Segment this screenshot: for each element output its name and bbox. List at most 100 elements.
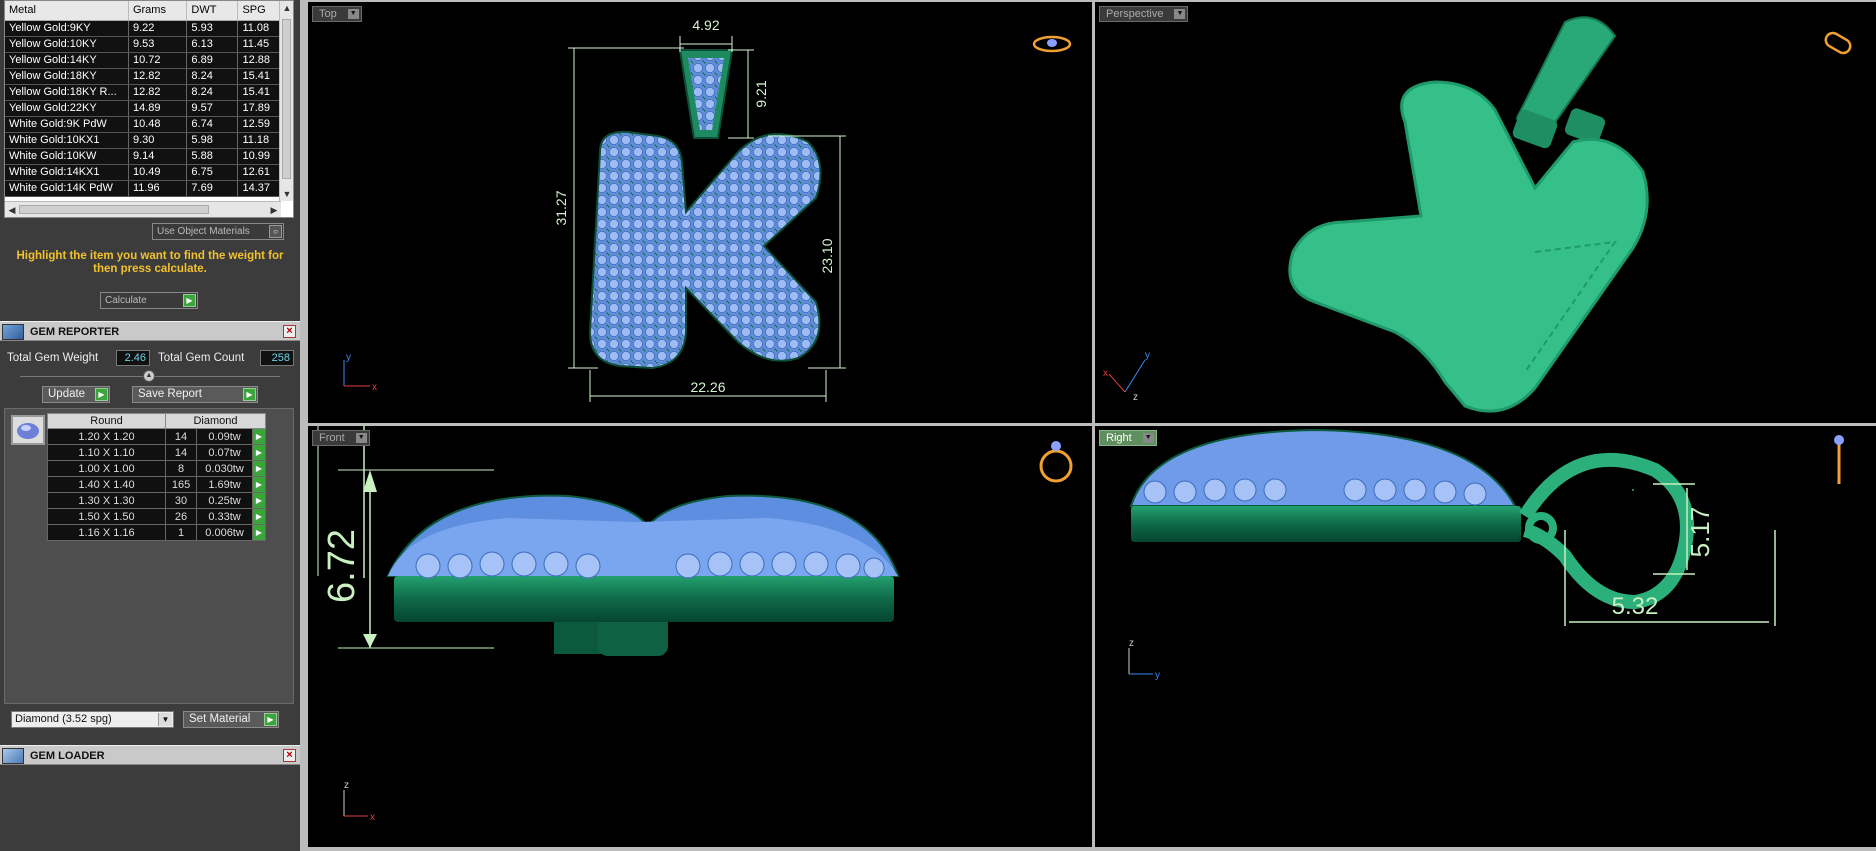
column-header-spg[interactable]: SPG — [237, 1, 281, 21]
gem-reporter-icon — [2, 324, 24, 340]
table-row[interactable]: Yellow Gold:9KY 9.22 5.93 11.08 — [5, 20, 281, 37]
viewport-front-tab[interactable]: Front ▼ — [312, 430, 370, 446]
dim-bail-height: 5.17 — [1685, 507, 1715, 558]
gem-cell: 1.50 X 1.50 — [47, 508, 166, 525]
gem-table-header: Round Diamond — [47, 413, 266, 429]
gem-cell: 1.30 X 1.30 — [47, 492, 166, 509]
list-item[interactable]: 1.20 X 1.20 14 0.09tw ▶ — [47, 428, 266, 445]
table-cell: 8.24 — [186, 68, 239, 85]
list-item[interactable]: 1.30 X 1.30 30 0.25tw ▶ — [47, 492, 266, 509]
close-icon[interactable]: × — [283, 749, 296, 762]
list-item[interactable]: 1.10 X 1.10 14 0.07tw ▶ — [47, 444, 266, 461]
table-cell: 10.49 — [128, 164, 188, 181]
table-row[interactable]: White Gold:10KW 9.14 5.88 10.99 — [5, 148, 281, 165]
column-header-dwt[interactable]: DWT — [186, 1, 239, 21]
chevron-down-icon[interactable]: ▼ — [355, 433, 367, 443]
viewport-perspective-tab[interactable]: Perspective ▼ — [1099, 6, 1189, 22]
select-gem-button[interactable]: ▶ — [252, 492, 266, 509]
select-gem-button[interactable]: ▶ — [252, 460, 266, 477]
table-cell: 10.99 — [237, 148, 281, 165]
svg-text:x: x — [1103, 368, 1108, 379]
list-item[interactable]: 1.16 X 1.16 1 0.006tw ▶ — [47, 524, 266, 541]
dim-bail-width: 4.92 — [692, 17, 719, 33]
left-panel: Metal Grams DWT SPG Yellow Gold:9KY 9.22 5… — [0, 0, 300, 851]
right-view-render: 5.17 5.32 zy — [1128, 428, 1844, 681]
total-gem-weight-value: 2.46 — [116, 350, 150, 366]
axis-icon: y x z — [1103, 350, 1150, 403]
viewport-right-tab[interactable]: Right ▼ — [1099, 430, 1157, 446]
scroll-right-icon[interactable]: ▶ — [267, 202, 281, 217]
material-select[interactable]: Diamond (3.52 spg) ▼ — [11, 711, 174, 728]
table-row[interactable]: Yellow Gold:18KY 12.82 8.24 15.41 — [5, 68, 281, 85]
list-item[interactable]: 1.50 X 1.50 26 0.33tw ▶ — [47, 508, 266, 525]
metal-weight-list[interactable]: Metal Grams DWT SPG Yellow Gold:9KY 9.22 5… — [4, 0, 294, 218]
table-row[interactable]: Yellow Gold:10KY 9.53 6.13 11.45 — [5, 36, 281, 53]
select-gem-button[interactable]: ▶ — [252, 524, 266, 541]
use-object-materials-button[interactable]: Use Object Materials ○ — [152, 223, 284, 240]
viewport-right[interactable]: 5.17 5.32 zy Right ▼ — [1095, 426, 1876, 847]
chevron-down-icon[interactable]: ▼ — [1174, 9, 1186, 19]
table-row[interactable]: White Gold:14KX1 10.49 6.75 12.61 — [5, 164, 281, 181]
list-item[interactable]: 1.00 X 1.00 8 0.030tw ▶ — [47, 460, 266, 477]
table-cell: 9.14 — [128, 148, 188, 165]
update-button[interactable]: Update ▶ — [42, 386, 110, 403]
scroll-left-icon[interactable]: ◀ — [5, 202, 19, 217]
metal-list-vertical-scrollbar[interactable]: ▲ ▼ — [279, 1, 293, 201]
chevron-down-icon[interactable]: ▼ — [347, 9, 359, 19]
select-gem-button[interactable]: ▶ — [252, 508, 266, 525]
close-icon[interactable]: × — [283, 325, 296, 338]
scroll-down-icon[interactable]: ▼ — [280, 187, 293, 201]
viewport-top[interactable]: 4.92 9.21 31.27 23.10 22.26 yx Top ▼ — [308, 2, 1092, 423]
table-row[interactable]: Yellow Gold:22KY 14.89 9.57 17.89 — [5, 100, 281, 117]
gem-cell: 1 — [164, 524, 198, 541]
svg-text:x: x — [370, 812, 375, 823]
gem-reporter-header: GEM REPORTER × — [0, 321, 300, 341]
table-cell: 12.61 — [237, 164, 281, 181]
table-row[interactable]: White Gold:9K PdW 10.48 6.74 12.59 — [5, 116, 281, 133]
set-material-label: Set Material — [189, 713, 251, 725]
ring-icon — [1824, 31, 1852, 55]
update-label: Update — [48, 388, 86, 400]
gem-loader-header: GEM LOADER × — [0, 745, 300, 765]
table-row[interactable]: White Gold:14K PdW 11.96 7.69 14.37 — [5, 180, 281, 197]
column-header-round: Round — [47, 413, 166, 429]
column-header-grams[interactable]: Grams — [128, 1, 188, 21]
set-material-button[interactable]: Set Material ▶ — [183, 711, 279, 728]
scroll-up-icon[interactable]: ▲ — [280, 1, 293, 15]
calculate-button[interactable]: Calculate ▶ — [100, 292, 198, 309]
select-gem-button[interactable]: ▶ — [252, 476, 266, 493]
table-cell: White Gold:9K PdW — [5, 116, 129, 133]
select-gem-button[interactable]: ▶ — [252, 428, 266, 445]
calculate-label: Calculate — [105, 295, 147, 306]
table-cell: 11.96 — [128, 180, 188, 197]
viewport-perspective[interactable]: y x z Perspective ▼ — [1095, 2, 1876, 423]
table-row[interactable]: Yellow Gold:14KY 10.72 6.89 12.88 — [5, 52, 281, 69]
select-gem-button[interactable]: ▶ — [252, 444, 266, 461]
table-cell: 9.57 — [186, 100, 239, 117]
collapse-icon[interactable]: ▲ — [143, 370, 155, 382]
table-cell: Yellow Gold:22KY — [5, 100, 129, 117]
table-cell: 6.13 — [186, 36, 239, 53]
scroll-thumb[interactable] — [282, 19, 291, 179]
list-item[interactable]: 1.40 X 1.40 165 1.69tw ▶ — [47, 476, 266, 493]
table-row[interactable]: Yellow Gold:18KY R... 12.82 8.24 15.41 — [5, 84, 281, 101]
viewport-top-tab[interactable]: Top ▼ — [312, 6, 362, 22]
column-header-metal[interactable]: Metal — [5, 1, 129, 21]
dim-front-height: 6.72 — [321, 529, 363, 603]
gem-cell: 0.006tw — [196, 524, 253, 541]
table-cell: 5.93 — [186, 20, 239, 37]
dim-total-height: 31.27 — [553, 190, 569, 225]
table-row[interactable]: White Gold:10KX1 9.30 5.98 11.18 — [5, 132, 281, 149]
table-cell: 7.69 — [186, 180, 239, 197]
gem-cell: 0.07tw — [196, 444, 253, 461]
metal-list-horizontal-scrollbar[interactable]: ◀ ▶ — [5, 201, 281, 217]
chevron-down-icon[interactable]: ▼ — [1142, 433, 1154, 443]
chevron-down-icon: ▼ — [158, 713, 172, 726]
save-report-button[interactable]: Save Report ▶ — [132, 386, 258, 403]
viewport-front[interactable]: 6.72 z x Front ▼ — [308, 426, 1092, 847]
table-cell: White Gold:10KW — [5, 148, 129, 165]
scroll-thumb-horizontal[interactable] — [19, 205, 209, 214]
viewport-front-label: Front — [319, 432, 345, 444]
front-view-render: 6.72zx — [317, 426, 1073, 823]
gem-list-area: Round Diamond 1.20 X 1.20 14 0.09tw ▶ 1.10 X… — [4, 408, 294, 704]
